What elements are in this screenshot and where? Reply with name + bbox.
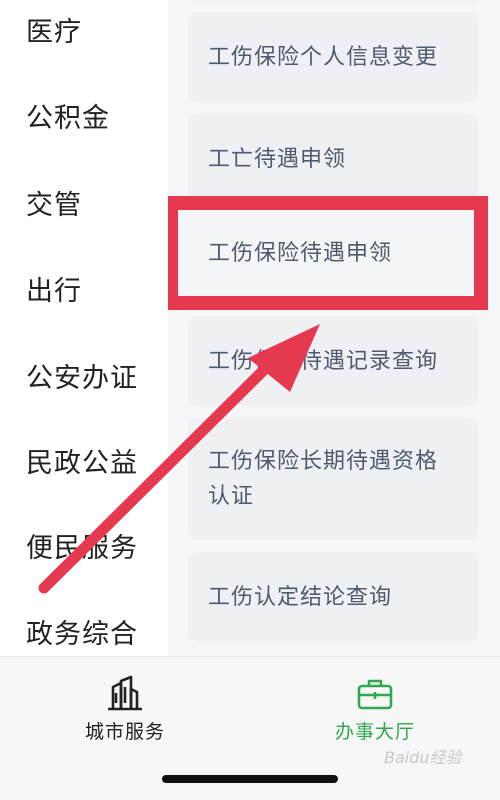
- service-card-highlighted[interactable]: 工伤保险待遇申领: [168, 196, 488, 310]
- service-label: 工亡待遇申领: [208, 146, 347, 172]
- category-sidebar: 医疗 公积金 交管 出行 公安办证 民政公益 便民服务 政务综合: [0, 0, 168, 656]
- tab-service-hall[interactable]: 办事大厅: [310, 675, 440, 744]
- sidebar-item-civil[interactable]: 民政公益: [26, 441, 138, 480]
- briefcase-icon: [357, 679, 393, 710]
- buildings-icon: [108, 675, 142, 711]
- service-label: 工伤保险个人信息变更: [208, 44, 439, 70]
- service-card[interactable]: 工伤保险长期待遇资格认证: [188, 418, 478, 540]
- sidebar-item-government[interactable]: 政务综合: [26, 612, 138, 651]
- sidebar-item-medical[interactable]: 医疗: [26, 10, 82, 49]
- service-card[interactable]: 工伤保险待遇记录查询: [188, 316, 478, 406]
- service-card[interactable]: 工伤保险个人信息变更: [188, 12, 478, 102]
- service-label: 工伤保险长期待遇资格认证: [208, 449, 439, 509]
- service-label: 工伤保险待遇申领: [208, 240, 393, 266]
- service-label: 工伤保险待遇记录查询: [208, 348, 439, 374]
- sidebar-item-traffic[interactable]: 交管: [26, 183, 82, 222]
- service-card-partial: [188, 0, 478, 2]
- baidu-watermark: Baidu经验: [384, 748, 462, 767]
- sidebar-item-police[interactable]: 公安办证: [26, 356, 138, 395]
- sidebar-item-convenience[interactable]: 便民服务: [26, 526, 138, 565]
- service-card[interactable]: 工伤认定结论查询: [188, 552, 478, 642]
- home-indicator[interactable]: [162, 775, 338, 783]
- sidebar-item-travel[interactable]: 出行: [26, 269, 82, 308]
- tab-label: 城市服务: [84, 721, 165, 743]
- service-card[interactable]: 工亡待遇申领: [188, 114, 478, 204]
- service-label: 工伤认定结论查询: [208, 584, 393, 610]
- sidebar-item-housing-fund[interactable]: 公积金: [26, 96, 110, 135]
- tab-label: 办事大厅: [334, 721, 415, 743]
- tab-city-services[interactable]: 城市服务: [60, 675, 190, 744]
- service-list: 工伤保险个人信息变更 工亡待遇申领 工伤保险待遇申领 工伤保险待遇记录查询 工伤…: [168, 0, 500, 656]
